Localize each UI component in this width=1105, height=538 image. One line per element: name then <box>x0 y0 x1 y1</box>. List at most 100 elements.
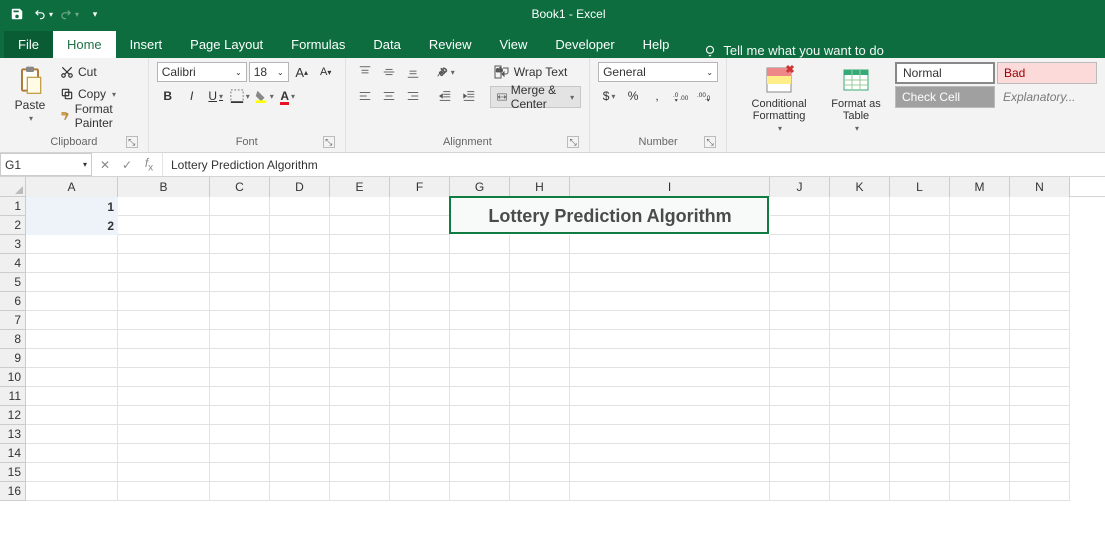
cells-area[interactable]: 12Lottery Prediction Algorithm <box>26 197 1070 501</box>
copy-button[interactable]: Copy▾ <box>56 84 140 104</box>
row-header-3[interactable]: 3 <box>0 235 26 254</box>
tab-page-layout[interactable]: Page Layout <box>176 31 277 58</box>
decrease-font-button[interactable]: A▾ <box>315 62 337 82</box>
row-header-1[interactable]: 1 <box>0 197 26 216</box>
select-all-button[interactable] <box>0 177 26 197</box>
increase-font-button[interactable]: A▴ <box>291 62 313 82</box>
conditional-formatting-button[interactable]: Conditional Formatting▾ <box>735 62 823 135</box>
style-check-cell[interactable]: Check Cell <box>895 86 995 108</box>
align-center-button[interactable] <box>378 86 400 106</box>
row-header-2[interactable]: 2 <box>0 216 26 235</box>
comma-format-button[interactable]: , <box>646 86 668 106</box>
name-box[interactable]: G1▾ <box>0 153 92 176</box>
group-font: Calibri⌄ 18⌄ A▴ A▾ B I U▾ ▾ ▾ A▾ Font⤡ <box>149 58 346 152</box>
fill-color-button[interactable]: ▾ <box>253 86 275 106</box>
border-button[interactable]: ▾ <box>229 86 251 106</box>
decrease-decimal-button[interactable]: .00.0 <box>694 86 716 106</box>
row-header-14[interactable]: 14 <box>0 444 26 463</box>
bottom-align-button[interactable] <box>402 62 424 82</box>
col-header-F[interactable]: F <box>390 177 450 197</box>
cell-A1[interactable]: 1 <box>26 197 118 216</box>
top-align-button[interactable] <box>354 62 376 82</box>
col-header-J[interactable]: J <box>770 177 830 197</box>
tab-home[interactable]: Home <box>53 31 116 58</box>
percent-format-button[interactable]: % <box>622 86 644 106</box>
underline-button[interactable]: U▾ <box>205 86 227 106</box>
qat-customize-button[interactable]: ▾ <box>84 3 106 25</box>
row-header-15[interactable]: 15 <box>0 463 26 482</box>
save-icon[interactable] <box>6 3 28 25</box>
cut-button[interactable]: Cut <box>56 62 140 82</box>
number-launcher[interactable]: ⤡ <box>704 136 716 148</box>
row-header-4[interactable]: 4 <box>0 254 26 273</box>
undo-button[interactable]: ▾ <box>32 3 54 25</box>
row-header-11[interactable]: 11 <box>0 387 26 406</box>
align-left-button[interactable] <box>354 86 376 106</box>
align-right-button[interactable] <box>402 86 424 106</box>
merge-center-button[interactable]: Merge & Center▾ <box>490 86 581 108</box>
middle-align-button[interactable] <box>378 62 400 82</box>
style-explanatory[interactable]: Explanatory... <box>997 86 1097 108</box>
row-header-8[interactable]: 8 <box>0 330 26 349</box>
row-header-6[interactable]: 6 <box>0 292 26 311</box>
row-header-16[interactable]: 16 <box>0 482 26 501</box>
col-header-N[interactable]: N <box>1010 177 1070 197</box>
increase-indent-button[interactable] <box>458 86 480 106</box>
col-header-L[interactable]: L <box>890 177 950 197</box>
row-header-9[interactable]: 9 <box>0 349 26 368</box>
italic-button[interactable]: I <box>181 86 203 106</box>
formula-input[interactable]: Lottery Prediction Algorithm <box>163 158 1105 172</box>
col-header-M[interactable]: M <box>950 177 1010 197</box>
clipboard-launcher[interactable]: ⤡ <box>126 136 138 148</box>
col-header-E[interactable]: E <box>330 177 390 197</box>
decrease-indent-button[interactable] <box>434 86 456 106</box>
number-format-combo[interactable]: General⌄ <box>598 62 718 82</box>
tab-file[interactable]: File <box>4 31 53 58</box>
formula-bar: G1▾ ✕ ✓ fx Lottery Prediction Algorithm <box>0 153 1105 177</box>
row-header-12[interactable]: 12 <box>0 406 26 425</box>
row-header-10[interactable]: 10 <box>0 368 26 387</box>
alignment-launcher[interactable]: ⤡ <box>567 136 579 148</box>
row-header-13[interactable]: 13 <box>0 425 26 444</box>
cell-A2[interactable]: 2 <box>26 216 118 235</box>
col-header-H[interactable]: H <box>510 177 570 197</box>
redo-button[interactable]: ▾ <box>58 3 80 25</box>
wrap-text-button[interactable]: ab Wrap Text <box>490 62 581 82</box>
orientation-button[interactable]: ab▾ <box>434 62 456 82</box>
col-header-D[interactable]: D <box>270 177 330 197</box>
tell-me-search[interactable]: Tell me what you want to do <box>703 43 883 58</box>
row-header-5[interactable]: 5 <box>0 273 26 292</box>
bold-button[interactable]: B <box>157 86 179 106</box>
style-bad[interactable]: Bad <box>997 62 1097 84</box>
font-size-combo[interactable]: 18⌄ <box>249 62 289 82</box>
font-color-button[interactable]: A▾ <box>277 86 299 106</box>
accounting-format-button[interactable]: $▾ <box>598 86 620 106</box>
increase-decimal-button[interactable]: .0.00 <box>670 86 692 106</box>
tab-formulas[interactable]: Formulas <box>277 31 359 58</box>
copy-icon <box>60 87 74 101</box>
col-header-A[interactable]: A <box>26 177 118 197</box>
window-title: Book1 - Excel <box>112 7 1105 21</box>
col-header-C[interactable]: C <box>210 177 270 197</box>
style-normal[interactable]: Normal <box>895 62 995 84</box>
paste-button[interactable]: Paste ▾ <box>8 62 52 125</box>
font-launcher[interactable]: ⤡ <box>323 136 335 148</box>
tab-insert[interactable]: Insert <box>116 31 177 58</box>
tab-review[interactable]: Review <box>415 31 486 58</box>
col-header-I[interactable]: I <box>570 177 770 197</box>
tab-help[interactable]: Help <box>629 31 684 58</box>
cancel-formula-button[interactable]: ✕ <box>98 158 112 172</box>
format-painter-button[interactable]: Format Painter <box>56 106 140 126</box>
col-header-B[interactable]: B <box>118 177 210 197</box>
col-header-K[interactable]: K <box>830 177 890 197</box>
tab-data[interactable]: Data <box>359 31 414 58</box>
format-as-table-button[interactable]: Format as Table▾ <box>823 62 889 135</box>
font-name-combo[interactable]: Calibri⌄ <box>157 62 247 82</box>
tab-view[interactable]: View <box>485 31 541 58</box>
tab-developer[interactable]: Developer <box>541 31 628 58</box>
insert-function-button[interactable]: fx <box>142 156 156 173</box>
col-header-G[interactable]: G <box>450 177 510 197</box>
copy-label: Copy <box>78 87 106 101</box>
row-header-7[interactable]: 7 <box>0 311 26 330</box>
enter-formula-button[interactable]: ✓ <box>120 158 134 172</box>
